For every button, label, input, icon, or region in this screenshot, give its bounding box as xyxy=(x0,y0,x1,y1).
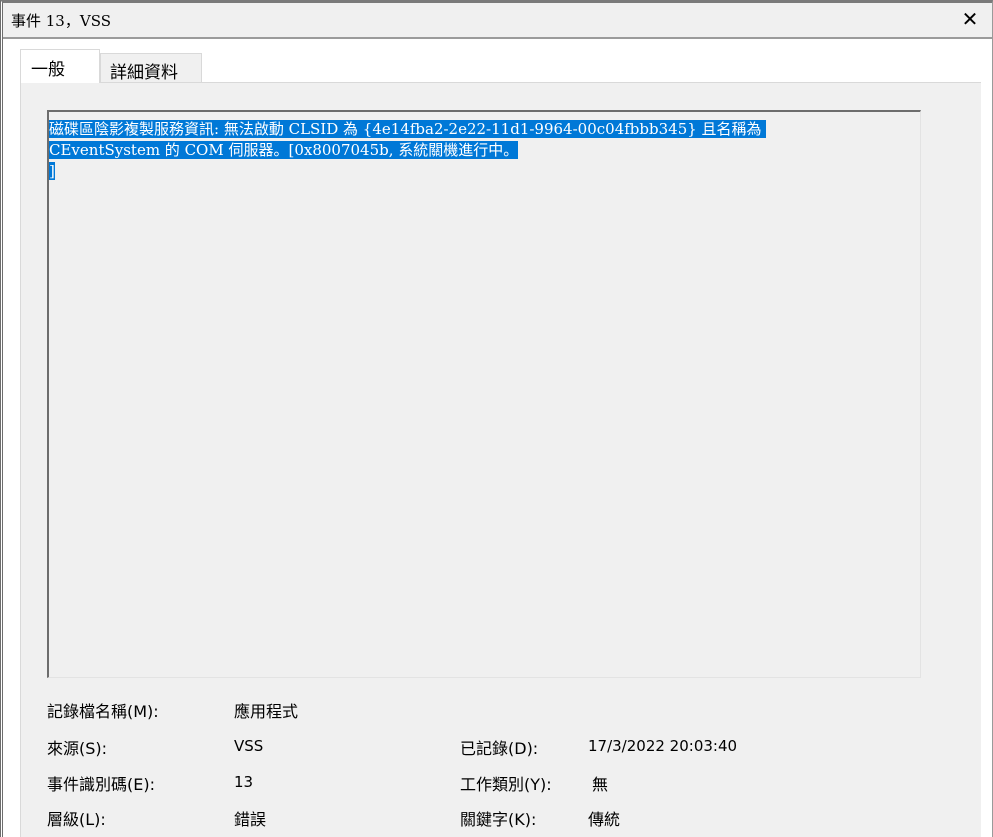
event-id-label: 事件識別碼(E): xyxy=(47,775,155,794)
description-line-1: 磁碟區陰影複製服務資訊: 無法啟動 CLSID 為 {4e14fba2-2e22… xyxy=(49,120,767,138)
event-properties-window: 事件 13，VSS ✕ 一般 詳細資料 磁碟區陰影複製服務資訊: 無法啟動 CL… xyxy=(0,0,993,837)
log-name-value: 應用程式 xyxy=(234,702,299,721)
tab-general[interactable]: 一般 xyxy=(20,49,100,83)
general-tab-panel: 磁碟區陰影複製服務資訊: 無法啟動 CLSID 為 {4e14fba2-2e22… xyxy=(20,82,981,837)
window-title: 事件 13，VSS xyxy=(11,12,111,30)
event-description: 磁碟區陰影複製服務資訊: 無法啟動 CLSID 為 {4e14fba2-2e22… xyxy=(49,119,920,182)
logged-value: 17/3/2022 20:03:40 xyxy=(588,737,738,755)
level-label: 層級(L): xyxy=(47,810,106,829)
source-value: VSS xyxy=(234,737,264,755)
close-icon[interactable]: ✕ xyxy=(958,7,982,31)
event-description-textbox[interactable]: 磁碟區陰影複製服務資訊: 無法啟動 CLSID 為 {4e14fba2-2e22… xyxy=(47,110,921,678)
description-line-3: ] xyxy=(49,162,55,180)
description-line-2: CEventSystem 的 COM 伺服器。[0x8007045b, 系統關機… xyxy=(49,141,519,159)
tab-details[interactable]: 詳細資料 xyxy=(100,53,202,83)
task-category-value: 無 xyxy=(592,775,609,794)
keywords-label: 關鍵字(K): xyxy=(460,810,537,829)
source-label: 來源(S): xyxy=(47,739,108,758)
log-name-label: 記錄檔名稱(M): xyxy=(47,702,159,721)
task-category-label: 工作類別(Y): xyxy=(460,775,552,794)
title-bar: 事件 13，VSS ✕ xyxy=(3,3,992,39)
level-value: 錯誤 xyxy=(234,810,267,829)
keywords-value: 傳統 xyxy=(588,810,621,829)
logged-label: 已記錄(D): xyxy=(460,739,539,758)
window-content: 一般 詳細資料 磁碟區陰影複製服務資訊: 無法啟動 CLSID 為 {4e14f… xyxy=(13,39,985,837)
event-id-value: 13 xyxy=(234,773,254,791)
